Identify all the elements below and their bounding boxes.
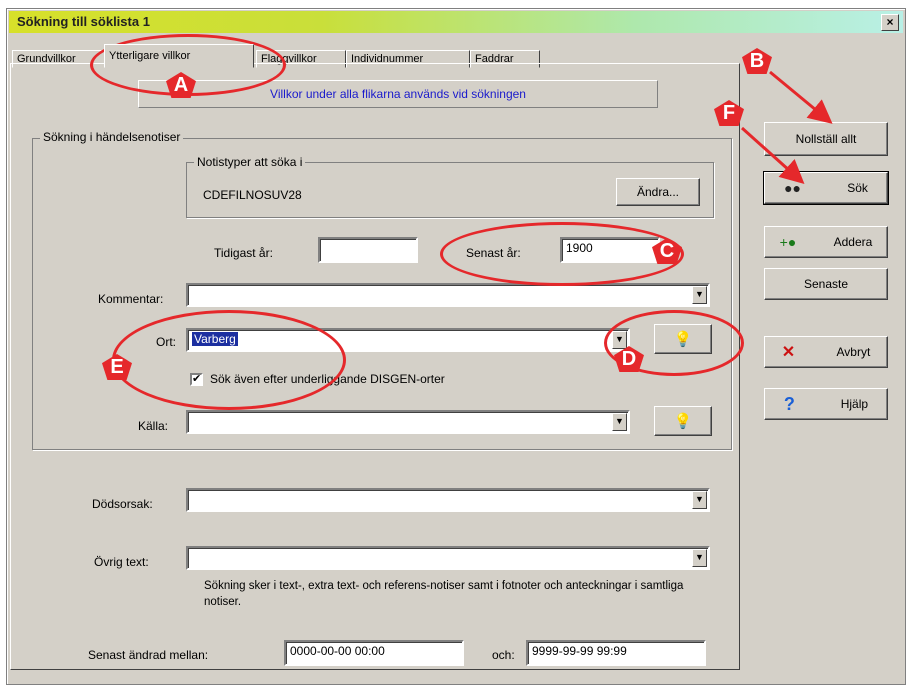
button-label: Hjälp bbox=[840, 397, 869, 411]
comment-label: Kommentar: bbox=[98, 292, 164, 306]
source-lookup-button[interactable]: 💡 bbox=[654, 406, 712, 436]
chevron-down-icon[interactable]: ▼ bbox=[692, 286, 707, 304]
earliest-year-input[interactable] bbox=[318, 237, 418, 263]
other-text-label: Övrig text: bbox=[94, 555, 149, 569]
close-icon[interactable]: × bbox=[881, 14, 899, 31]
binoculars-icon: ●● bbox=[784, 180, 802, 196]
lightbulb-icon: 💡 bbox=[673, 413, 693, 430]
button-label: Addera bbox=[833, 235, 873, 249]
search-button[interactable]: ●● Sök bbox=[763, 171, 889, 205]
other-text-hint: Sökning sker i text-, extra text- och re… bbox=[204, 580, 684, 608]
source-combobox[interactable]: ▼ bbox=[186, 410, 630, 434]
place-label: Ort: bbox=[156, 335, 176, 349]
comment-combobox[interactable]: ▼ bbox=[186, 283, 710, 307]
button-label: Avbryt bbox=[836, 345, 871, 359]
earliest-year-label: Tidigast år: bbox=[214, 246, 273, 260]
question-icon: ? bbox=[783, 393, 795, 414]
latest-year-input[interactable]: 1900 bbox=[560, 237, 660, 263]
button-label: Senaste bbox=[803, 277, 849, 291]
chevron-down-icon[interactable]: ▼ bbox=[612, 413, 627, 431]
add-button[interactable]: +● Addera bbox=[764, 226, 888, 258]
place-combobox[interactable]: Varberg ▼ bbox=[186, 328, 630, 352]
sub-places-label: Sök även efter underliggande DISGEN-orte… bbox=[210, 372, 445, 386]
window-title: Sökning till söklista 1 bbox=[17, 14, 150, 29]
last-modified-from-input[interactable]: 0000-00-00 00:00 bbox=[284, 640, 464, 666]
note-types-title: Notistyper att söka i bbox=[194, 155, 306, 169]
sub-places-checkbox[interactable]: ✔ bbox=[190, 373, 203, 386]
lightbulb-icon: 💡 bbox=[673, 331, 693, 348]
cause-of-death-combobox[interactable]: ▼ bbox=[186, 488, 710, 512]
chevron-down-icon[interactable]: ▼ bbox=[612, 331, 627, 349]
other-text-combobox[interactable]: ▼ bbox=[186, 546, 710, 570]
chevron-down-icon[interactable]: ▼ bbox=[692, 491, 707, 509]
button-label: Sök bbox=[847, 181, 868, 195]
tab-label: Ytterligare villkor bbox=[109, 50, 191, 62]
tab-ytterligare-villkor[interactable]: Ytterligare villkor bbox=[104, 44, 254, 68]
title-bar[interactable]: Sökning till söklista 1 × bbox=[9, 11, 903, 33]
cancel-button[interactable]: ✕ Avbryt bbox=[764, 336, 888, 368]
place-value: Varberg bbox=[192, 332, 238, 346]
note-types-value: CDEFILNOSUV28 bbox=[203, 188, 302, 202]
latest-button[interactable]: Senaste bbox=[764, 268, 888, 300]
button-label: Ändra... bbox=[636, 185, 680, 199]
info-banner: Villkor under alla flikarna används vid … bbox=[138, 80, 658, 108]
latest-year-label: Senast år: bbox=[466, 246, 521, 260]
last-modified-and-label: och: bbox=[492, 648, 515, 662]
last-modified-to-input[interactable]: 9999-99-99 99:99 bbox=[526, 640, 706, 666]
event-group-title: Sökning i händelsenotiser bbox=[40, 130, 184, 144]
cause-of-death-label: Dödsorsak: bbox=[92, 497, 153, 511]
help-button[interactable]: ? Hjälp bbox=[764, 388, 888, 420]
chevron-down-icon[interactable]: ▼ bbox=[692, 549, 707, 567]
place-lookup-button[interactable]: 💡 bbox=[654, 324, 712, 354]
change-note-types-button[interactable]: Ändra... bbox=[616, 178, 700, 206]
source-label: Källa: bbox=[138, 419, 169, 433]
button-label: Nollställ allt bbox=[795, 132, 857, 146]
x-icon: ✕ bbox=[781, 344, 796, 361]
last-modified-label: Senast ändrad mellan: bbox=[88, 648, 209, 662]
reset-all-button[interactable]: Nollställ allt bbox=[764, 122, 888, 156]
binoculars-plus-icon: +● bbox=[779, 234, 797, 250]
